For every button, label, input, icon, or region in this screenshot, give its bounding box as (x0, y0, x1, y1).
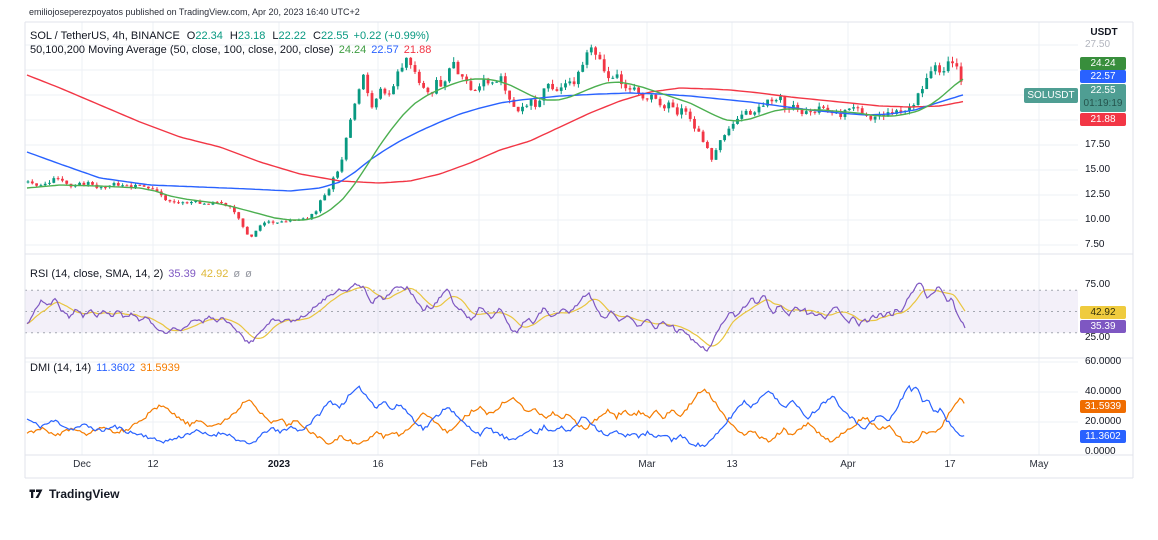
price-tick-15.00: 15.00 (1085, 164, 1111, 175)
pane-separators (24, 21, 1134, 479)
change-value: +0.22 (+0.99%) (353, 30, 430, 42)
time-tick-May: May (1029, 459, 1049, 470)
rsi-value: 35.39 (168, 268, 196, 280)
open-value: 22.34 (195, 30, 223, 42)
rsi-empty-value-1: ø (233, 268, 241, 280)
moving-averages (26, 74, 964, 221)
ma100-badge: 22.57 (1080, 70, 1126, 83)
rsi-study-title: RSI (14, close, SMA, 14, 2) (30, 268, 164, 280)
dmi-pane-legend: DMI (14, 14) 11.3602 31.5939 (30, 362, 180, 374)
time-tick-13: 13 (726, 459, 738, 470)
candlesticks (26, 44, 963, 238)
high-label: H (229, 30, 238, 42)
high-value: 23.18 (237, 30, 266, 42)
price-tick-10.00: 10.00 (1085, 214, 1111, 225)
dmi-plus-badge: 11.3602 (1080, 430, 1126, 443)
tradingview-published-chart: emiliojoseperezpoyatos published on Trad… (0, 0, 1158, 540)
close-label: C (313, 30, 321, 42)
rsi-sma-badge: 42.92 (1080, 306, 1126, 319)
dmi-lines (26, 384, 965, 448)
dmi-minus-badge: 31.5939 (1080, 400, 1126, 413)
rsi-empty-value-2: ø (245, 268, 252, 280)
dmi-minus-value: 31.5939 (140, 362, 180, 374)
time-tick-Mar: Mar (638, 459, 656, 470)
ma200-value: 21.88 (403, 44, 432, 56)
rsi-badge: 35.39 (1080, 320, 1126, 333)
rsi-tick-25.00: 25.00 (1085, 332, 1111, 343)
price-axis-currency-label: USDT (1090, 27, 1118, 38)
tradingview-wordmark: TradingView (49, 487, 120, 501)
dmi-plus-value: 11.3602 (96, 362, 136, 374)
tradingview-logo-link[interactable]: TradingView (29, 486, 119, 502)
ma200-line (26, 74, 964, 184)
price-tick-17.50: 17.50 (1085, 139, 1111, 150)
ma-legend: 50,100,200 Moving Average (50, close, 10… (30, 44, 431, 56)
ma-study-title: 50,100,200 Moving Average (50, close, 10… (30, 44, 334, 56)
time-tick-Apr: Apr (840, 459, 856, 470)
time-tick-Dec: Dec (73, 459, 91, 470)
dmi-tick-20.0000: 20.0000 (1085, 416, 1122, 427)
time-tick-12: 12 (147, 459, 159, 470)
main-pane-legend: SOL / TetherUS, 4h, BINANCE O22.34 H23.18 L… (30, 30, 429, 42)
price-tick-27.50: 27.50 (1085, 39, 1111, 50)
dmi-tick-40.0000: 40.0000 (1085, 386, 1122, 397)
low-value: 22.22 (278, 30, 307, 42)
time-tick-13: 13 (552, 459, 564, 470)
time-tick-2023: 2023 (267, 459, 291, 470)
dmi-tick-0.0000: 0.0000 (1085, 446, 1116, 457)
rsi-pane-legend: RSI (14, close, SMA, 14, 2) 35.39 42.92 ø ø (30, 268, 252, 280)
bar-close-countdown: 01:19:19 (1083, 98, 1123, 109)
symbol-name-tag: SOLUSDT (1024, 88, 1078, 103)
time-tick-Feb: Feb (470, 459, 488, 470)
time-tick-17: 17 (944, 459, 956, 470)
symbol-title: SOL / TetherUS, 4h, BINANCE (30, 30, 180, 42)
dmi-tick-60.0000: 60.0000 (1085, 356, 1122, 367)
dmi-study-title: DMI (14, 14) (30, 362, 92, 374)
rsi-sma-value: 42.92 (200, 268, 229, 280)
price-tick-7.50: 7.50 (1085, 239, 1105, 250)
dmi-minus-line (26, 388, 965, 445)
price-tick-12.50: 12.50 (1085, 189, 1111, 200)
ma100-value: 22.57 (371, 44, 399, 56)
time-tick-16: 16 (372, 459, 384, 470)
last-price-badge: 22.55 01:19:19 (1080, 84, 1126, 112)
ma50-badge: 24.24 (1080, 57, 1126, 70)
close-value: 22.55 (320, 30, 349, 42)
ma50-value: 24.24 (338, 44, 367, 56)
tradingview-icon (29, 489, 43, 498)
ma200-badge: 21.88 (1080, 113, 1126, 126)
rsi-tick-75.00: 75.00 (1085, 279, 1111, 290)
